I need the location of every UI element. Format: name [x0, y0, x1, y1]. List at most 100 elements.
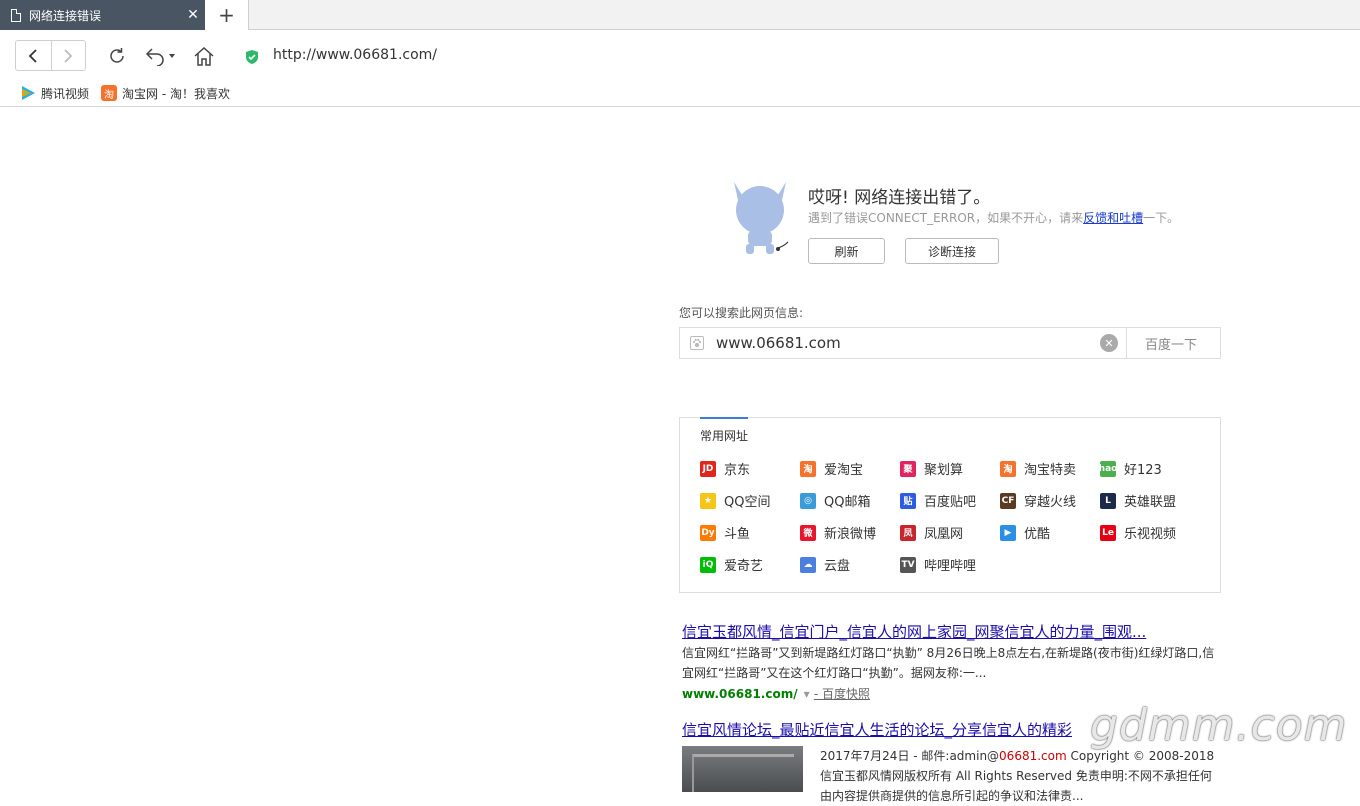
- error-mascot-icon: [734, 182, 789, 254]
- site-label: 哔哩哔哩: [924, 559, 977, 574]
- site-label: 乐视视频: [1124, 527, 1177, 542]
- close-tab-icon[interactable]: ✕: [181, 7, 205, 23]
- weibo-icon: 微: [800, 524, 816, 541]
- bookmark-label: 淘宝网 - 淘！我喜欢: [122, 86, 230, 101]
- aitaobao-icon: 淘: [800, 460, 816, 477]
- forward-button[interactable]: [50, 41, 86, 70]
- common-sites-header: 常用网址: [700, 417, 749, 444]
- site-link-cf[interactable]: CF 穿越火线: [1000, 491, 1076, 510]
- secure-shield-icon: [246, 50, 258, 64]
- result-snippet: 2017年7月24日 - 邮件:admin@06681.com Copyrigh…: [820, 749, 1215, 803]
- tieba-icon: 贴: [900, 492, 916, 509]
- site-link-bilibili[interactable]: TV 哔哩哔哩: [900, 555, 976, 574]
- diagnose-connection-button[interactable]: 诊断连接: [905, 238, 999, 264]
- bookmarks-bar: 腾讯视频 淘 淘宝网 - 淘！我喜欢: [0, 80, 1360, 107]
- tab-bar: 网络连接错误 ✕ +: [0, 0, 1360, 30]
- reload-icon: [110, 48, 124, 63]
- home-button[interactable]: [192, 44, 216, 68]
- bookmark-label: 腾讯视频: [41, 86, 90, 101]
- jd-icon: JD: [700, 460, 716, 477]
- site-label: QQ邮箱: [824, 495, 871, 510]
- site-label: 爱奇艺: [724, 559, 764, 574]
- document-icon: [11, 8, 21, 22]
- site-label: QQ空间: [724, 495, 771, 510]
- chevron-left-icon: [28, 48, 37, 63]
- taobao-temai-icon: 淘: [1000, 460, 1016, 477]
- yunpan-icon: ☁: [800, 556, 816, 573]
- tencent-video-icon: [20, 85, 36, 101]
- site-link-qzone[interactable]: ★ QQ空间: [700, 491, 770, 510]
- site-label: 聚划算: [924, 463, 964, 478]
- baidu-paw-icon: [690, 336, 704, 350]
- address-bar[interactable]: http://www.06681.com/: [273, 47, 437, 63]
- site-label: 优酷: [1024, 527, 1051, 542]
- site-link-douyu[interactable]: Dy 斗鱼: [700, 523, 750, 542]
- search-input[interactable]: [716, 334, 1096, 352]
- site-link-jd[interactable]: JD 京东: [700, 459, 750, 478]
- error-title: 哎呀! 网络连接出错了。: [808, 188, 991, 208]
- lol-icon: L: [1100, 492, 1116, 509]
- site-link-taobao-temai[interactable]: 淘淘宝特卖: [1000, 459, 1076, 478]
- hao123-icon: hao: [1099, 460, 1117, 477]
- result-snippet: 信宜网红“拦路哥”又到新堤路红灯路口“执勤” 8月26日晚上8点左右,在新堤路(…: [682, 646, 1215, 680]
- error-description: 遇到了错误CONNECT_ERROR，如果不开心，请来反馈和吐槽一下。: [808, 211, 1180, 225]
- bookmark-tencent-video[interactable]: 腾讯视频: [20, 85, 89, 102]
- site-link-hao123[interactable]: hao 好123: [1099, 459, 1162, 478]
- site-link-tieba[interactable]: 贴百度贴吧: [900, 491, 976, 510]
- site-label: 云盘: [824, 559, 851, 574]
- result-title-link[interactable]: 信宜玉都风情_信宜门户_信宜人的网上家园_网聚信宜人的力量_围观...: [682, 621, 1146, 642]
- feedback-link[interactable]: 反馈和吐槽: [1083, 211, 1143, 225]
- new-tab-button[interactable]: +: [205, 0, 249, 30]
- url-dropdown-icon[interactable]: ▾: [804, 687, 810, 701]
- douyu-icon: Dy: [700, 524, 716, 541]
- site-label: 百度贴吧: [924, 495, 977, 510]
- search-label: 您可以搜索此网页信息:: [679, 306, 804, 320]
- qzone-icon: ★: [700, 492, 716, 509]
- clear-search-icon[interactable]: ✕: [1100, 334, 1118, 352]
- cf-icon: CF: [1000, 492, 1016, 509]
- back-button[interactable]: [16, 41, 51, 70]
- chevron-right-icon: [64, 48, 73, 63]
- active-tab[interactable]: 网络连接错误 ✕: [0, 0, 205, 30]
- ifeng-icon: 凤: [900, 524, 916, 541]
- site-link-iqiyi[interactable]: iQ 爱奇艺: [700, 555, 763, 574]
- result-title-link[interactable]: 信宜风情论坛_最贴近信宜人生活的论坛_分享信宜人的精彩: [682, 719, 1072, 740]
- site-link-letv[interactable]: Le 乐视视频: [1100, 523, 1176, 542]
- site-label: 京东: [724, 463, 751, 478]
- letv-icon: Le: [1100, 524, 1116, 541]
- reload-button[interactable]: [105, 44, 129, 68]
- qqmail-icon: ◎: [800, 492, 816, 509]
- site-link-ifeng[interactable]: 凤凤凰网: [900, 523, 963, 542]
- site-label: 新浪微博: [824, 527, 877, 542]
- bookmark-taobao[interactable]: 淘 淘宝网 - 淘！我喜欢: [101, 85, 230, 102]
- site-label: 凤凰网: [924, 527, 964, 542]
- history-buttons: [15, 40, 86, 71]
- result-url: www.06681.com/▾ - 百度快照: [682, 687, 870, 701]
- undo-button[interactable]: [143, 44, 179, 68]
- site-link-youku[interactable]: ▶ 优酷: [1000, 523, 1050, 542]
- common-sites-panel: 常用网址 JD 京东淘爱淘宝聚聚划算淘淘宝特卖 hao 好123 ★ QQ空间 ◎ QQ邮箱贴…: [679, 417, 1221, 593]
- site-link-juhuasuan[interactable]: 聚聚划算: [900, 459, 963, 478]
- site-link-lol[interactable]: L 英雄联盟: [1100, 491, 1176, 510]
- site-label: 斗鱼: [724, 527, 751, 542]
- site-link-yunpan[interactable]: ☁ 云盘: [800, 555, 850, 574]
- site-label: 英雄联盟: [1124, 495, 1177, 510]
- iqiyi-icon: iQ: [700, 556, 716, 573]
- bilibili-icon: TV: [900, 556, 916, 573]
- site-link-weibo[interactable]: 微新浪微博: [800, 523, 876, 542]
- taobao-icon: 淘: [101, 85, 118, 101]
- baidu-search-button[interactable]: 百度一下: [1126, 328, 1215, 358]
- tab-title: 网络连接错误: [29, 8, 102, 23]
- refresh-button[interactable]: 刷新: [808, 238, 885, 264]
- site-link-qqmail[interactable]: ◎ QQ邮箱: [800, 491, 870, 510]
- result-thumbnail[interactable]: [682, 746, 803, 792]
- juhuasuan-icon: 聚: [900, 460, 916, 477]
- home-icon: [194, 46, 214, 66]
- site-label: 爱淘宝: [824, 463, 864, 478]
- youku-icon: ▶: [1000, 524, 1016, 541]
- site-link-aitaobao[interactable]: 淘爱淘宝: [800, 459, 863, 478]
- site-label: 好123: [1124, 463, 1162, 478]
- navigation-bar: http://www.06681.com/: [0, 30, 1360, 80]
- undo-icon: [145, 48, 175, 66]
- snapshot-link[interactable]: - 百度快照: [814, 687, 870, 701]
